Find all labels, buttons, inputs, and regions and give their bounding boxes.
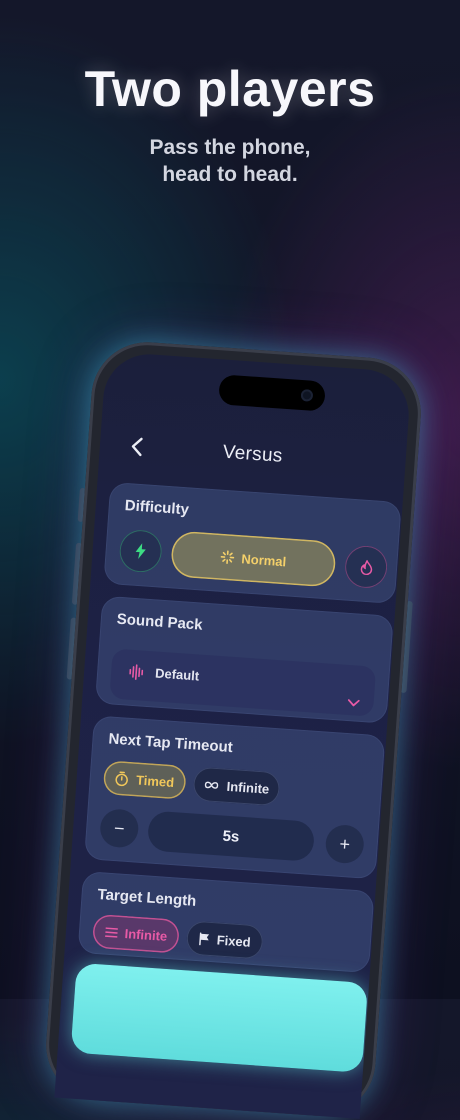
difficulty-hard-button[interactable]	[343, 544, 389, 590]
camera-icon	[300, 388, 314, 402]
timeout-decrease-button[interactable]: −	[99, 808, 140, 849]
hero-subtitle-line-2: head to head.	[162, 163, 298, 186]
target-fixed-label: Fixed	[216, 931, 252, 950]
timeout-infinite-label: Infinite	[226, 778, 270, 797]
dynamic-island	[218, 374, 326, 412]
waveform-icon	[129, 664, 144, 681]
phone-mockup: Versus Difficulty Normal Sound Pack Defa…	[42, 338, 425, 1120]
start-button[interactable]	[70, 962, 369, 1073]
lightning-icon	[134, 543, 147, 560]
timeout-timed-label: Timed	[135, 771, 175, 790]
sound-pack-select[interactable]: Default	[109, 648, 377, 717]
stopwatch-icon	[115, 770, 130, 786]
target-length-title: Target Length	[97, 886, 197, 910]
timeout-card: Next Tap Timeout Timed Infinite − 5s +	[84, 715, 386, 880]
flame-icon	[359, 558, 373, 575]
timeout-infinite-button[interactable]: Infinite	[192, 766, 281, 807]
target-infinite-button[interactable]: Infinite	[91, 913, 181, 954]
screen-title: Versus	[222, 441, 284, 467]
sound-pack-card: Sound Pack Default	[94, 595, 394, 724]
hero-subtitle: Pass the phone, head to head.	[0, 134, 460, 188]
difficulty-normal-button[interactable]: Normal	[169, 530, 337, 588]
sparkle-icon	[220, 550, 235, 565]
target-infinite-label: Infinite	[124, 925, 168, 944]
target-length-card: Target Length Infinite Fixed	[77, 870, 375, 974]
difficulty-title: Difficulty	[124, 496, 190, 519]
target-fixed-button[interactable]: Fixed	[185, 920, 264, 960]
timeout-timed-button[interactable]: Timed	[102, 760, 187, 800]
difficulty-card: Difficulty Normal	[103, 481, 402, 605]
list-icon	[104, 926, 118, 938]
timeout-increase-button[interactable]: +	[324, 823, 366, 865]
infinity-icon	[203, 780, 220, 790]
timeout-title: Next Tap Timeout	[107, 730, 234, 757]
hero-subtitle-line-1: Pass the phone,	[149, 136, 311, 159]
flag-icon	[198, 932, 210, 946]
app-screen: Versus Difficulty Normal Sound Pack Defa…	[54, 351, 412, 1119]
chevron-down-icon	[347, 699, 360, 708]
sound-pack-title: Sound Pack	[116, 610, 204, 634]
timeout-value: 5s	[146, 810, 316, 862]
hero-title: Two players	[84, 61, 376, 117]
difficulty-normal-label: Normal	[241, 550, 287, 569]
sound-pack-value: Default	[154, 665, 200, 684]
difficulty-easy-button[interactable]	[118, 528, 164, 574]
